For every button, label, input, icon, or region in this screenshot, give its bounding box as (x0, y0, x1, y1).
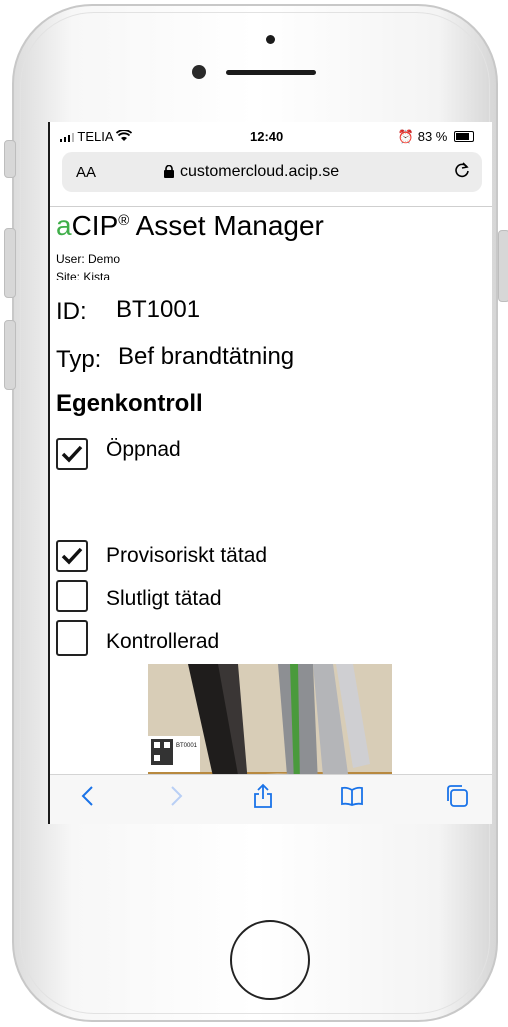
brand-prefix: a (56, 210, 72, 241)
brand-suffix: Asset Manager (129, 210, 324, 241)
id-row: ID: BT1001 (56, 296, 200, 326)
proximity-sensor (266, 35, 275, 44)
screen: TELIA 12:40 ⏰ 83 % AA customercloud.acip… (48, 122, 492, 824)
carrier-indicator: TELIA (60, 129, 133, 144)
checkbox-label[interactable]: Kontrollerad (106, 630, 219, 654)
status-bar: TELIA 12:40 ⏰ 83 % (50, 122, 492, 150)
id-label: ID: (56, 298, 87, 325)
checkbox-oppnad[interactable] (56, 438, 88, 470)
share-icon[interactable] (252, 783, 274, 816)
browser-toolbar (50, 774, 492, 824)
url-text[interactable]: customercloud.acip.se (180, 163, 339, 181)
brand-main: CIP (71, 210, 119, 241)
power-button (498, 230, 508, 302)
checkbox-label[interactable]: Provisoriskt tätad (106, 544, 267, 568)
text-size-button[interactable]: AA (76, 164, 96, 181)
id-value: BT1001 (116, 296, 201, 323)
signal-icon (60, 133, 74, 142)
battery-icon (454, 131, 474, 142)
type-value: Bef brandtätning (118, 343, 295, 370)
status-time: 12:40 (250, 129, 284, 144)
battery-indicator: ⏰ 83 % (398, 129, 474, 145)
wifi-icon (116, 129, 133, 141)
checkmark-icon (61, 547, 83, 565)
app-title: aCIP® Asset Manager (56, 210, 324, 242)
earpiece-speaker (226, 70, 316, 75)
site-line: Site: Kista (56, 270, 111, 280)
section-title: Egenkontroll (56, 390, 203, 417)
checkbox-kontrollerad[interactable] (56, 620, 88, 656)
volume-down-button (4, 320, 16, 390)
address-bar-divider (50, 206, 492, 207)
home-button[interactable] (230, 920, 310, 1000)
bookmarks-icon[interactable] (340, 783, 364, 814)
forward-icon[interactable] (170, 783, 184, 814)
carrier-name: TELIA (77, 129, 113, 144)
type-label: Typ: (56, 346, 102, 373)
brand-registered: ® (118, 212, 130, 229)
checkbox-provisoriskt-tatad[interactable] (56, 540, 88, 572)
checkmark-icon (61, 445, 83, 463)
user-line: User: Demo (56, 252, 121, 266)
front-camera (192, 65, 206, 79)
battery-percent: 83 % (417, 129, 448, 144)
mute-switch (4, 140, 16, 178)
checkbox-label[interactable]: Slutligt tätad (106, 587, 222, 611)
address-bar[interactable]: AA customercloud.acip.se (62, 152, 482, 192)
checkbox-slutligt-tatad[interactable] (56, 580, 88, 612)
tabs-icon[interactable] (444, 783, 470, 816)
alarm-icon: ⏰ (397, 129, 415, 144)
checkbox-label[interactable]: Öppnad (106, 438, 181, 462)
reload-icon[interactable] (452, 160, 472, 186)
lock-icon (164, 164, 174, 181)
volume-up-button (4, 228, 16, 298)
photo-tag-text: BT0001 (176, 743, 198, 749)
back-icon[interactable] (80, 783, 94, 814)
